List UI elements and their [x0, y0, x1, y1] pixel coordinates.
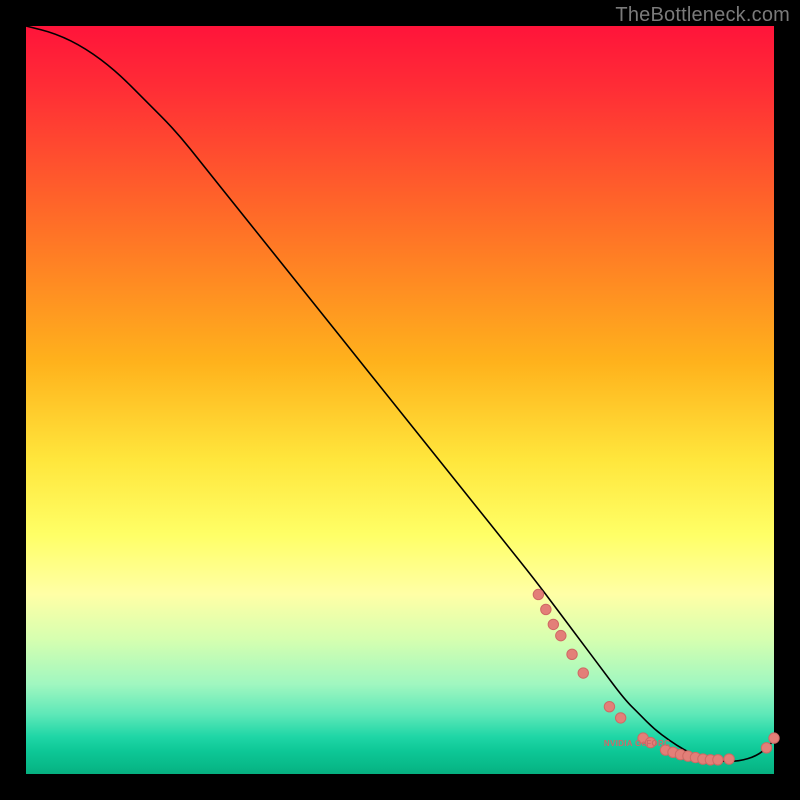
data-dot — [769, 733, 779, 743]
data-dots-group — [533, 589, 779, 765]
data-dot — [713, 755, 723, 765]
data-dot — [556, 630, 566, 640]
chart-svg — [26, 26, 774, 774]
data-dot — [533, 589, 543, 599]
data-dot — [615, 713, 625, 723]
data-dot — [724, 754, 734, 764]
bottleneck-curve — [26, 26, 774, 761]
data-dot — [548, 619, 558, 629]
data-dot — [578, 668, 588, 678]
data-dot — [541, 604, 551, 614]
data-dot — [567, 649, 577, 659]
data-dot — [604, 701, 614, 711]
data-dot — [761, 743, 771, 753]
watermark-text: TheBottleneck.com — [615, 4, 790, 27]
data-dot — [645, 737, 655, 747]
